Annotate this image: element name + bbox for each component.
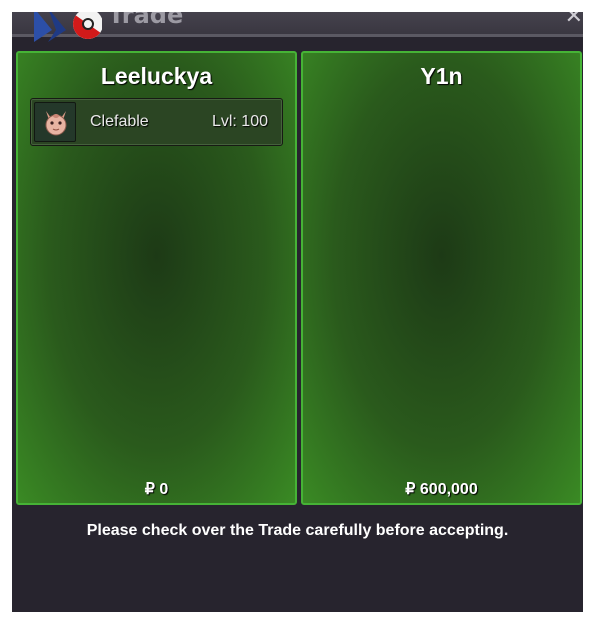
pokemon-icon-frame <box>34 102 76 142</box>
window-title: Trade <box>108 12 184 29</box>
pokemon-name: Clefable <box>90 113 149 130</box>
right-trainer-name: Y1n <box>420 63 463 89</box>
money-amount: 600,000 <box>419 481 478 498</box>
currency-symbol: ₽ <box>144 481 155 498</box>
trade-window: Trade ✕ Leeluckya Clefable Lvl: 100 ₽ 0 … <box>12 12 583 612</box>
trade-item-slot[interactable]: Clefable Lvl: 100 <box>30 98 283 146</box>
close-button[interactable]: ✕ <box>565 12 583 29</box>
left-trainer-name: Leeluckya <box>100 63 213 89</box>
money-amount: 0 <box>159 481 169 498</box>
pokeball-logo-icon <box>34 12 102 42</box>
left-trade-panel: Leeluckya Clefable Lvl: 100 ₽ 0 <box>16 51 297 505</box>
right-money: ₽ 600,000 <box>303 479 580 499</box>
currency-symbol: ₽ <box>405 481 416 498</box>
pokemon-level: Lvl: 100 <box>211 113 268 130</box>
clefable-sprite-icon <box>45 111 67 136</box>
left-money: ₽ 0 <box>18 479 295 499</box>
right-trade-panel: Y1n ₽ 600,000 <box>301 51 582 505</box>
trade-notice: Please check over the Trade carefully be… <box>86 522 509 539</box>
